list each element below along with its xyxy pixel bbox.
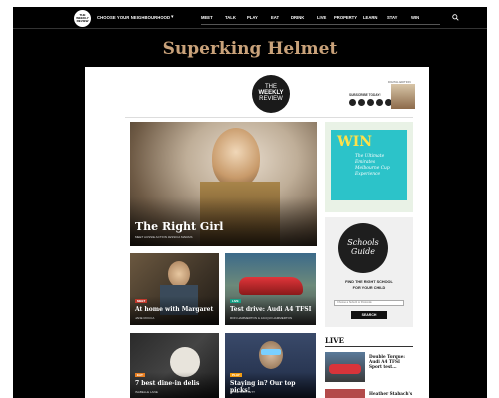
live-item-title[interactable]: Heather Stabach's (369, 391, 413, 396)
live-section-title: LIVE (325, 336, 344, 345)
schools-guide-logo: Schools Guide (338, 223, 388, 273)
nav-item-learn[interactable]: LEARN (363, 15, 377, 20)
category-tag[interactable]: MEET (135, 299, 148, 303)
schools-title-line: Schools (347, 238, 379, 247)
card-figure (168, 261, 190, 287)
suburb-select[interactable]: Choose a Suburb or Postcode (334, 300, 404, 306)
pinterest-icon[interactable] (376, 99, 383, 106)
schools-title-line: Guide (351, 247, 375, 256)
subscribe-label: SUBSCRIBE TODAY! (349, 93, 381, 97)
nav-item-stay[interactable]: STAY (387, 15, 397, 20)
logo-line: REVIEW (76, 19, 89, 24)
card-byline: ISABELLE LANE (135, 390, 158, 394)
nav-item-eat[interactable]: EAT (271, 15, 279, 20)
win-promo[interactable]: WIN The Ultimate Emirates Melbourne Cup … (325, 122, 413, 212)
win-text-line: Experience (355, 172, 381, 177)
car-image (239, 277, 303, 295)
nav-item-meet[interactable]: MEET (201, 15, 213, 20)
hero-figure (212, 128, 260, 188)
page-title: Superking Helmet (162, 39, 338, 59)
nav-item-win[interactable]: WIN (411, 15, 419, 20)
neighbourhood-dropdown[interactable]: CHOOSE YOUR NEIGHBOURHOOD (97, 15, 170, 20)
card-title: At home with Margaret (135, 306, 214, 313)
nav-item-property[interactable]: PROPERTY (334, 15, 357, 20)
win-text: The Ultimate Emirates Melbourne Cup Expe… (355, 154, 390, 178)
browser-frame: THE WEEKLY REVIEW CHOOSE YOUR NEIGHBOURH… (13, 7, 487, 398)
header-divider (125, 117, 413, 118)
find-school-subheading: FOR YOUR CHILD (352, 286, 386, 290)
win-label: WIN (337, 134, 373, 150)
content-area: THE WEEKLY REVIEW SUBSCRIBE TODAY! DIGIT… (85, 67, 429, 398)
facebook-icon[interactable] (349, 99, 356, 106)
hero-card[interactable]: The Right Girl MEET AUSSIE ACTION JESSIC… (130, 122, 317, 246)
live-divider (325, 346, 413, 347)
brand-logo[interactable]: THE WEEKLY REVIEW (252, 75, 290, 113)
card-byline: JANE ROCCA (135, 316, 155, 320)
category-tag[interactable]: EAT (135, 373, 145, 377)
nav-item-play[interactable]: PLAY (247, 15, 258, 20)
search-icon[interactable] (452, 14, 459, 21)
car-image (329, 364, 361, 374)
top-nav: THE WEEKLY REVIEW CHOOSE YOUR NEIGHBOURH… (13, 7, 487, 29)
goggles-image (261, 349, 281, 355)
hero-subtitle: MEET AUSSIE ACTION JESSICA MARAIS (135, 235, 193, 239)
hero-title: The Right Girl (135, 220, 224, 233)
card-byline: SPIKE BARTLETT (230, 390, 255, 394)
card-top-picks[interactable]: PLAY Staying in? Our top picks! SPIKE BA… (225, 333, 316, 398)
card-margaret[interactable]: MEET At home with Margaret JANE ROCCA (130, 253, 219, 325)
live-item-title[interactable]: Double Torque: Audi A4 TFSI Sport test..… (369, 354, 413, 369)
category-tag[interactable]: LIVE (230, 299, 241, 303)
instagram-icon[interactable] (367, 99, 374, 106)
nav-item-talk[interactable]: TALK (225, 15, 236, 20)
card-title: Test drive: Audi A4 TFSI (230, 306, 312, 313)
card-title: 7 best dine-in delis (135, 380, 200, 387)
nav-item-live[interactable]: LIVE (317, 15, 326, 20)
win-panel: WIN The Ultimate Emirates Melbourne Cup … (331, 130, 407, 200)
twitter-icon[interactable] (358, 99, 365, 106)
site-logo[interactable]: THE WEEKLY REVIEW (74, 10, 91, 27)
card-byline: RON HAMMERTON & JACQUI HAMMERTON (230, 316, 293, 320)
nav-divider (201, 24, 440, 25)
schools-guide-widget: Schools Guide FIND THE RIGHT SCHOOL FOR … (325, 217, 413, 327)
school-search-button[interactable]: SEARCH (351, 311, 387, 319)
live-item-thumb[interactable] (325, 352, 365, 382)
category-tag[interactable]: PLAY (230, 373, 242, 377)
find-school-heading: FIND THE RIGHT SCHOOL (345, 280, 393, 284)
live-item-thumb[interactable] (325, 389, 365, 398)
chevron-down-icon: ▾ (171, 14, 174, 20)
card-audi[interactable]: LIVE Test drive: Audi A4 TFSI RON HAMMER… (225, 253, 316, 325)
card-delis[interactable]: EAT 7 best dine-in delis ISABELLE LANE (130, 333, 219, 398)
brand-line: REVIEW (259, 96, 283, 103)
nav-item-drink[interactable]: DRINK (291, 15, 304, 20)
digital-edition-cover[interactable] (391, 84, 415, 109)
card-figure (259, 341, 283, 369)
